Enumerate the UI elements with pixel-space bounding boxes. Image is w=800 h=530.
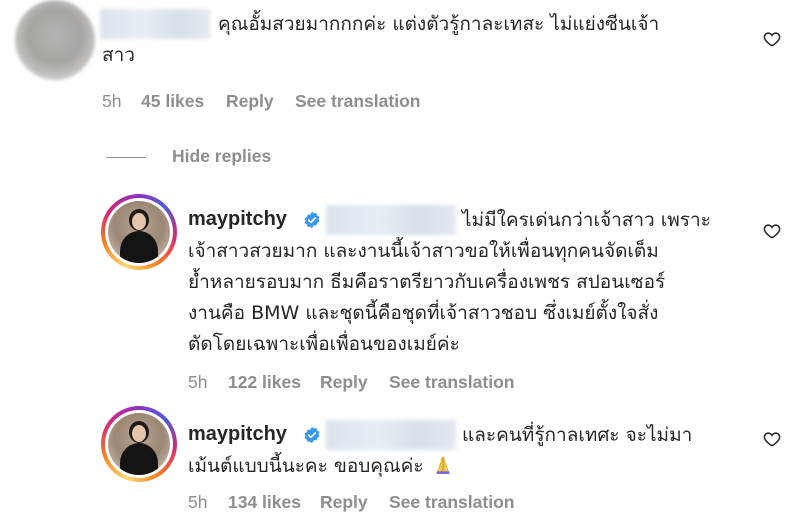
mentioned-user-blurred[interactable] (326, 420, 456, 450)
reply-meta: 5h 122 likes Reply See translation (188, 372, 588, 394)
reply-meta: 5h 134 likes Reply See translation (188, 492, 588, 514)
folded-hands-emoji-icon (435, 456, 450, 474)
mentioned-user-blurred[interactable] (326, 205, 456, 235)
avatar-photo (108, 413, 170, 475)
hide-replies-line (106, 157, 146, 158)
comment-timestamp: 5h (102, 91, 122, 111)
reply-button[interactable]: Reply (320, 372, 368, 393)
see-translation-button[interactable]: See translation (389, 492, 514, 513)
commenter-username-blurred[interactable] (100, 9, 210, 39)
reply-likes[interactable]: 134 likes (228, 492, 301, 513)
reply-text-line1: ไม่มีใครเด่นกว่าเจ้าสาว เพราะ (462, 209, 711, 231)
see-translation-button[interactable]: See translation (389, 372, 514, 393)
see-translation-button[interactable]: See translation (295, 91, 420, 112)
reply-text-line2: เจ้าสาวสวยมาก และงานนี้เจ้าสาวขอให้เพื่อ… (188, 240, 659, 262)
verified-icon (304, 211, 320, 229)
heart-icon[interactable] (763, 222, 781, 240)
reply-text-line4: งานคือ BMW และชุดนี้คือชุดที่เจ้าสาวชอบ … (188, 302, 659, 324)
commenter-avatar[interactable] (15, 0, 95, 80)
avatar-face (132, 213, 146, 230)
reply-text-line3: ย้ำหลายรอบมาก ธีมคือราตรียาวกับเครื่องเพ… (188, 271, 666, 293)
heart-icon[interactable] (763, 430, 781, 448)
reply-button[interactable]: Reply (320, 492, 368, 513)
comment-meta: 5h 45 likes Reply See translation (102, 91, 502, 113)
hide-replies-label: Hide replies (172, 146, 272, 166)
reply-text-line2: เม้นต์แบบนี้นะคะ ขอบคุณค่ะ (188, 455, 424, 477)
reply-likes[interactable]: 122 likes (228, 372, 301, 393)
reply-text-line2-container: เม้นต์แบบนี้นะคะ ขอบคุณค่ะ (188, 451, 452, 482)
reply-button[interactable]: Reply (226, 91, 274, 112)
reply-text-line5: ตัดโดยเฉพาะเพื่อเพื่อนของเมย์ค่ะ (188, 333, 460, 355)
reply-text-line1: และคนที่รู้กาลเทศะ จะไม่มา (462, 424, 693, 446)
heart-icon[interactable] (763, 30, 781, 48)
avatar-photo (108, 201, 170, 263)
reply-username[interactable]: maypitchy (188, 423, 287, 446)
comment-text-line2: สาว (102, 44, 135, 66)
avatar-face (132, 425, 146, 442)
hide-replies-toggle[interactable]: Hide replies (106, 146, 306, 170)
comment-likes[interactable]: 45 likes (141, 91, 204, 112)
avatar-dress (120, 231, 158, 263)
comment-text: คุณอั้มสวยมากกกค่ะ แต่งตัวรู้กาละเทสะ ไม… (218, 13, 660, 35)
maypitchy-avatar[interactable] (101, 194, 177, 270)
avatar-dress (120, 443, 158, 475)
reply-timestamp: 5h (188, 492, 208, 512)
reply-username[interactable]: maypitchy (188, 208, 287, 231)
reply-timestamp: 5h (188, 372, 208, 392)
maypitchy-avatar[interactable] (101, 406, 177, 482)
verified-icon (304, 426, 320, 444)
